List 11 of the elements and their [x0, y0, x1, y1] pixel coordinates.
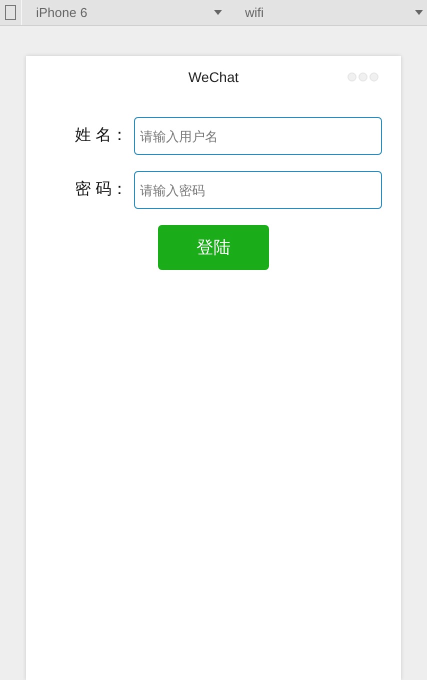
page-title: WeChat: [188, 68, 239, 86]
input-field[interactable]: 请输入密码: [134, 171, 382, 209]
input-field[interactable]: 请输入用户名: [134, 117, 382, 155]
network-select[interactable]: wifi: [245, 2, 425, 22]
device-select[interactable]: iPhone 6: [36, 2, 229, 22]
caret-icon: [214, 10, 222, 15]
phone-icon[interactable]: [5, 5, 16, 20]
field-label: 密 码：: [75, 180, 128, 200]
field-label: 姓 名：: [75, 126, 128, 146]
login-button[interactable]: 登陆: [158, 225, 269, 270]
caret-icon: [415, 10, 423, 15]
